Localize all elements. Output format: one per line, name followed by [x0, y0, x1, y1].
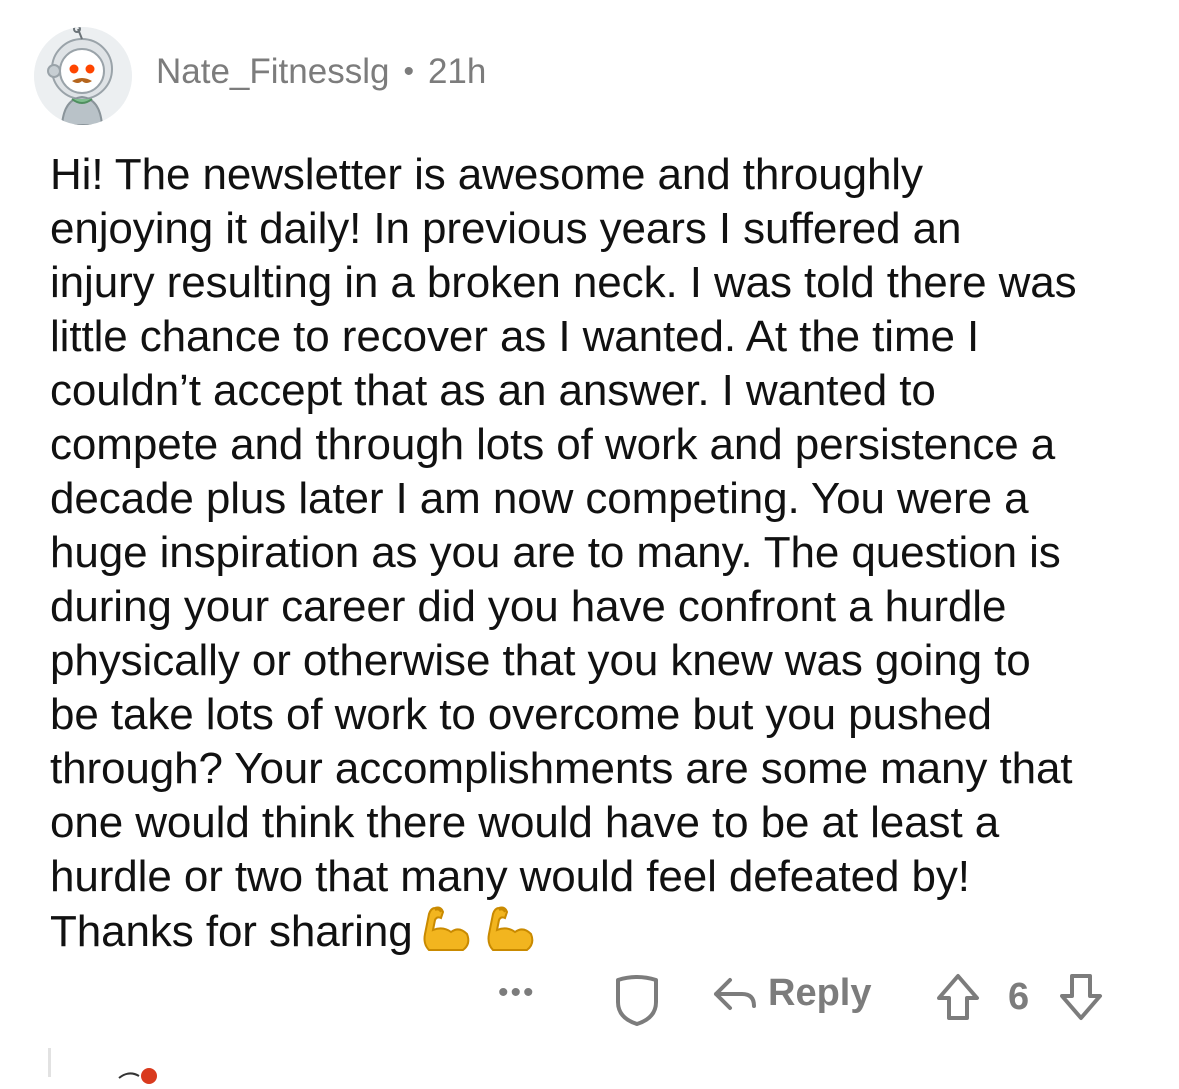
- comment-line: huge inspiration as you are to many. The…: [50, 528, 1061, 577]
- comment-line: through? Your accomplishments are some m…: [50, 744, 1073, 793]
- comment-line: Hi! The newsletter is awesome and throug…: [50, 150, 923, 199]
- comment-line: decade plus later I am now competing. Yo…: [50, 474, 1029, 523]
- comment-actions: ••• Reply 6: [0, 966, 1179, 1036]
- reply-arrow-icon: [714, 977, 756, 1010]
- reply-label: Reply: [768, 972, 872, 1014]
- thread-line[interactable]: [48, 1048, 51, 1077]
- comment-line: little chance to recover as I wanted. At…: [50, 312, 980, 361]
- flexed-biceps-icon: [421, 904, 477, 954]
- comment-line: be take lots of work to overcome but you…: [50, 690, 992, 739]
- meta-separator: •: [403, 55, 414, 88]
- comment-line: couldn’t accept that as an answer. I wan…: [50, 366, 936, 415]
- comment-line: injury resulting in a broken neck. I was…: [50, 258, 1077, 307]
- comment-meta: Nate_Fitnesslg • 21h: [156, 52, 486, 92]
- downvote-arrow-icon[interactable]: [1058, 972, 1104, 1022]
- comment-line: physically or otherwise that you knew wa…: [50, 636, 1031, 685]
- comment-line: compete and through lots of work and per…: [50, 420, 1056, 469]
- comment-body: Hi! The newsletter is awesome and throug…: [50, 148, 1160, 959]
- comment-line: hurdle or two that many would feel defea…: [50, 852, 970, 901]
- comment-line: one would think there would have to be a…: [50, 798, 1000, 847]
- award-shield-icon[interactable]: [612, 972, 662, 1026]
- comment-line: enjoying it daily! In previous years I s…: [50, 204, 962, 253]
- vote-score: 6: [1008, 976, 1030, 1018]
- comment-timestamp: 21h: [427, 52, 487, 91]
- flexed-biceps-icon: [485, 904, 541, 954]
- username-link[interactable]: Nate_Fitnesslg: [156, 52, 389, 92]
- next-comment-avatar-icon: [115, 1064, 161, 1084]
- comment-header: Nate_Fitnesslg • 21h: [34, 26, 486, 126]
- comment-line-text: Thanks for sharing: [50, 907, 413, 956]
- upvote-arrow-icon[interactable]: [935, 972, 981, 1022]
- comment-line-last: Thanks for sharing: [50, 904, 1160, 959]
- snoo-avatar-icon[interactable]: [34, 27, 132, 125]
- more-options-button[interactable]: •••: [498, 976, 536, 1010]
- comment-line: during your career did you have confront…: [50, 582, 1007, 631]
- reply-button[interactable]: Reply: [712, 972, 871, 1015]
